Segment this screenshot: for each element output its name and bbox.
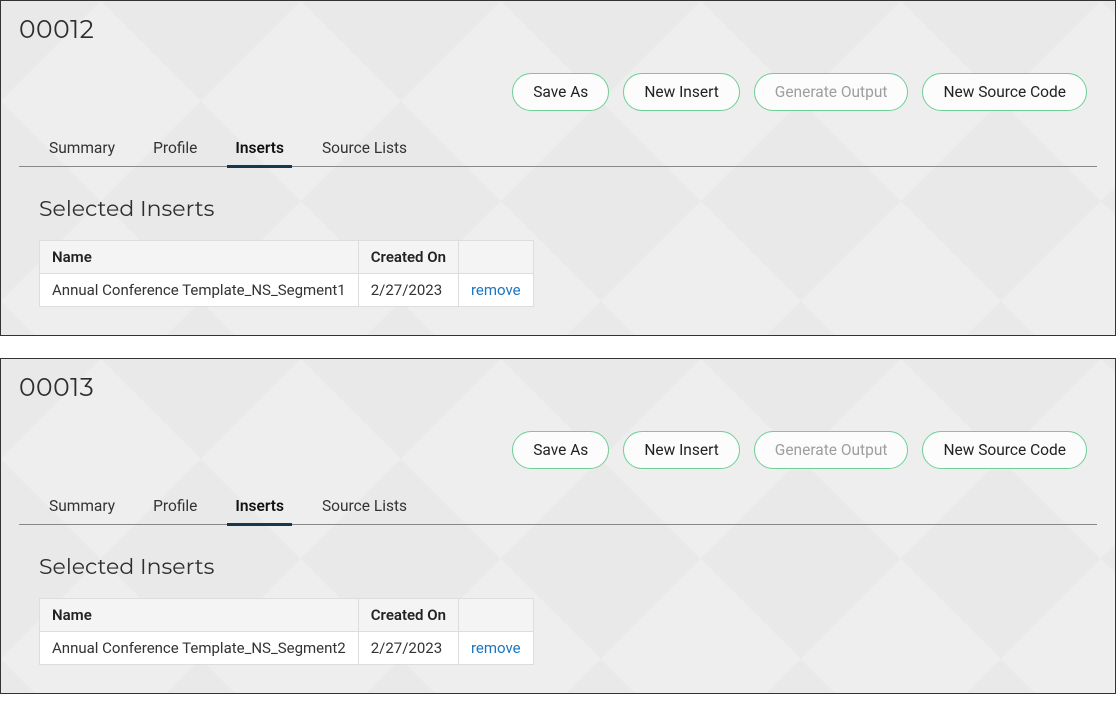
selected-inserts-heading: Selected Inserts: [39, 553, 1097, 580]
table-header-row: Name Created On: [40, 241, 534, 274]
tab-inserts[interactable]: Inserts: [233, 131, 286, 167]
tab-summary[interactable]: Summary: [47, 489, 117, 525]
save-as-button[interactable]: Save As: [512, 73, 609, 111]
tab-source-lists[interactable]: Source Lists: [320, 131, 409, 167]
new-insert-button[interactable]: New Insert: [623, 73, 739, 111]
table-row: Annual Conference Template_NS_Segment1 2…: [40, 274, 534, 307]
tab-profile[interactable]: Profile: [151, 131, 199, 167]
panel-00012: 00012 Save As New Insert Generate Output…: [0, 0, 1116, 336]
inserts-table: Name Created On Annual Conference Templa…: [39, 598, 534, 665]
cell-actions: remove: [458, 274, 533, 307]
tab-summary[interactable]: Summary: [47, 131, 117, 167]
cell-name: Annual Conference Template_NS_Segment2: [40, 632, 359, 665]
selected-inserts-heading: Selected Inserts: [39, 195, 1097, 222]
button-row: Save As New Insert Generate Output New S…: [19, 73, 1097, 111]
generate-output-button: Generate Output: [754, 431, 909, 469]
tab-inserts[interactable]: Inserts: [233, 489, 286, 525]
col-created-on: Created On: [358, 241, 458, 274]
new-insert-button[interactable]: New Insert: [623, 431, 739, 469]
remove-link[interactable]: remove: [471, 281, 521, 299]
cell-actions: remove: [458, 632, 533, 665]
table-row: Annual Conference Template_NS_Segment2 2…: [40, 632, 534, 665]
panel-title: 00012: [19, 15, 1097, 45]
save-as-button[interactable]: Save As: [512, 431, 609, 469]
tabs: Summary Profile Inserts Source Lists: [19, 131, 1097, 167]
col-actions: [458, 599, 533, 632]
cell-created-on: 2/27/2023: [358, 274, 458, 307]
panel-00013: 00013 Save As New Insert Generate Output…: [0, 358, 1116, 694]
col-name: Name: [40, 599, 359, 632]
remove-link[interactable]: remove: [471, 639, 521, 657]
tab-profile[interactable]: Profile: [151, 489, 199, 525]
new-source-code-button[interactable]: New Source Code: [922, 73, 1087, 111]
generate-output-button: Generate Output: [754, 73, 909, 111]
button-row: Save As New Insert Generate Output New S…: [19, 431, 1097, 469]
inserts-table: Name Created On Annual Conference Templa…: [39, 240, 534, 307]
col-created-on: Created On: [358, 599, 458, 632]
tabs: Summary Profile Inserts Source Lists: [19, 489, 1097, 525]
new-source-code-button[interactable]: New Source Code: [922, 431, 1087, 469]
col-actions: [458, 241, 533, 274]
table-header-row: Name Created On: [40, 599, 534, 632]
col-name: Name: [40, 241, 359, 274]
cell-created-on: 2/27/2023: [358, 632, 458, 665]
panel-title: 00013: [19, 373, 1097, 403]
cell-name: Annual Conference Template_NS_Segment1: [40, 274, 359, 307]
tab-source-lists[interactable]: Source Lists: [320, 489, 409, 525]
